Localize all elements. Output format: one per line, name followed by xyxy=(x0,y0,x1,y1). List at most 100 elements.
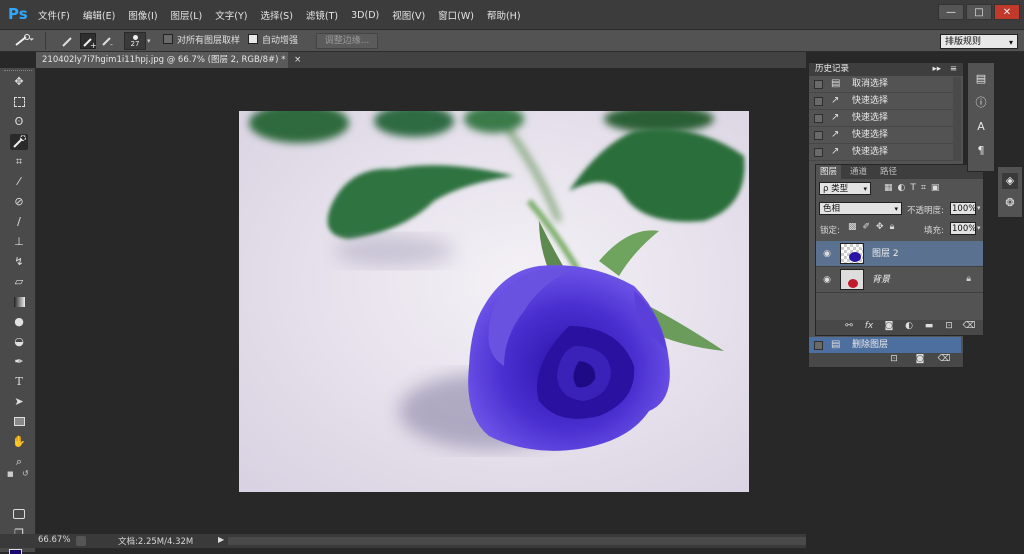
hand-tool-icon[interactable]: ✋ xyxy=(10,434,28,450)
opacity-input[interactable]: 100% xyxy=(950,202,976,215)
history-panel-icon[interactable]: ▤ xyxy=(973,71,989,87)
lock-options-icons[interactable]: ▩✐✥🔒︎ xyxy=(848,222,900,232)
eraser-tool-icon[interactable]: ▱ xyxy=(10,274,28,290)
quick-selection-tool-icon[interactable] xyxy=(10,134,28,150)
document-tab[interactable]: 210402ly7i7hgim1i11hpj.jpg @ 66.7% (图层 2… xyxy=(36,52,301,68)
healing-brush-tool-icon[interactable]: ⊘ xyxy=(10,194,28,210)
minimize-button[interactable]: — xyxy=(938,4,964,20)
auto-enhance-option[interactable]: 自动增强 xyxy=(248,33,298,49)
foreground-color-swatch[interactable] xyxy=(9,549,22,554)
lasso-tool-icon[interactable]: ʘ xyxy=(10,114,28,130)
add-to-selection-icon[interactable]: + xyxy=(80,33,97,50)
close-tab-icon[interactable]: × xyxy=(294,55,301,65)
default-colors-icon[interactable]: ■ xyxy=(7,470,15,478)
menu-window[interactable]: 窗口(W) xyxy=(438,8,474,22)
fill-input[interactable]: 100% xyxy=(950,222,976,235)
tab-paths[interactable]: 路径 xyxy=(876,165,901,179)
close-button[interactable]: ✕ xyxy=(994,4,1020,20)
dodge-tool-icon[interactable]: ◒ xyxy=(10,334,28,350)
history-item-selected[interactable]: ▤ 删除图层 xyxy=(809,337,961,354)
menu-3d[interactable]: 3D(D) xyxy=(351,10,379,21)
snapshot-checkbox[interactable] xyxy=(814,148,823,157)
menu-edit[interactable]: 编辑(E) xyxy=(83,8,115,22)
adjustment-layer-icon[interactable]: ◐ xyxy=(902,320,916,333)
chevron-down-icon[interactable]: ▾ xyxy=(977,222,983,235)
add-mask-icon[interactable]: ◙ xyxy=(882,320,896,333)
history-item[interactable]: ↗ 快速选择 xyxy=(809,144,961,161)
new-selection-icon[interactable] xyxy=(60,33,76,49)
snapshot-checkbox[interactable] xyxy=(814,341,823,350)
eye-icon[interactable]: ◉ xyxy=(821,249,833,259)
subtract-from-selection-icon[interactable]: - xyxy=(100,33,116,49)
menu-type[interactable]: 文字(Y) xyxy=(215,8,247,22)
new-document-from-state-icon[interactable]: ⊡ xyxy=(887,353,901,366)
trash-icon[interactable]: ⌫ xyxy=(962,320,976,333)
snapshot-checkbox[interactable] xyxy=(814,131,823,140)
menu-select[interactable]: 选择(S) xyxy=(260,8,292,22)
horizontal-scrollbar[interactable] xyxy=(228,537,806,545)
menu-file[interactable]: 文件(F) xyxy=(38,8,70,22)
menu-layer[interactable]: 图层(L) xyxy=(171,8,203,22)
history-brush-tool-icon[interactable]: ↯ xyxy=(10,254,28,270)
document-canvas[interactable] xyxy=(239,111,749,492)
new-group-icon[interactable]: ▬ xyxy=(922,320,936,333)
chevron-down-icon[interactable]: ▾ xyxy=(147,32,155,50)
sample-all-layers-checkbox[interactable] xyxy=(163,34,173,44)
status-menu-icon[interactable] xyxy=(76,536,86,546)
layer-name[interactable]: 图层 2 xyxy=(872,241,899,267)
menu-image[interactable]: 图像(I) xyxy=(128,8,157,22)
history-panel-title[interactable]: 历史记录 xyxy=(815,64,849,74)
tab-channels[interactable]: 通道 xyxy=(846,165,871,179)
marquee-tool-icon[interactable] xyxy=(10,94,28,110)
gradient-tool-icon[interactable] xyxy=(10,294,28,310)
trash-icon[interactable]: ⌫ xyxy=(937,353,951,366)
arrow-right-icon[interactable]: ▶ xyxy=(218,535,224,544)
zoom-tool-icon[interactable]: ⌕ xyxy=(10,454,28,470)
camera-icon[interactable]: ◙ xyxy=(913,353,927,366)
menu-filter[interactable]: 滤镜(T) xyxy=(306,8,338,22)
snapshot-checkbox[interactable] xyxy=(814,97,823,106)
swap-colors-icon[interactable]: ↺ xyxy=(22,469,32,478)
auto-enhance-checkbox[interactable] xyxy=(248,34,258,44)
channels-icon[interactable]: ❂ xyxy=(1002,195,1018,211)
history-item[interactable]: ↗ 快速选择 xyxy=(809,93,961,110)
new-layer-icon[interactable]: ⊡ xyxy=(942,320,956,333)
sample-all-layers-option[interactable]: 对所有图层取样 xyxy=(163,33,240,49)
blend-mode-select[interactable]: 色相 ▾ xyxy=(819,202,902,215)
menu-view[interactable]: 视图(V) xyxy=(392,8,425,22)
paragraph-icon[interactable]: ¶ xyxy=(973,143,989,159)
character-icon[interactable]: A xyxy=(973,119,989,135)
layer-name[interactable]: 背景 xyxy=(872,267,890,293)
tool-preset-picker[interactable] xyxy=(10,32,46,50)
tab-layers[interactable]: 图层 xyxy=(816,165,842,179)
menu-help[interactable]: 帮助(H) xyxy=(487,8,521,22)
move-tool-icon[interactable]: ✥ xyxy=(10,74,28,90)
refine-edge-button[interactable]: 调整边缘... xyxy=(316,33,378,49)
history-item[interactable]: ▤ 取消选择 xyxy=(809,76,961,93)
type-tool-icon[interactable]: T xyxy=(10,374,28,390)
zoom-level[interactable]: 66.67% xyxy=(38,535,70,545)
eye-icon[interactable]: ◉ xyxy=(821,275,833,285)
rectangle-tool-icon[interactable] xyxy=(10,414,28,430)
layers-panel-icon[interactable]: ◈ xyxy=(1002,173,1018,189)
clone-stamp-tool-icon[interactable]: ⊥ xyxy=(10,234,28,250)
history-item[interactable]: ↗ 快速选择 xyxy=(809,127,961,144)
blur-tool-icon[interactable]: ● xyxy=(10,314,28,330)
snapshot-checkbox[interactable] xyxy=(814,114,823,123)
path-selection-tool-icon[interactable]: ➤ xyxy=(10,394,28,410)
collapse-icon[interactable]: ▸▸ xyxy=(932,63,941,76)
eyedropper-tool-icon[interactable]: ⁄ xyxy=(10,174,28,190)
link-layers-icon[interactable]: ⚯ xyxy=(842,320,856,333)
brush-picker[interactable]: 27 xyxy=(124,32,146,50)
layer-filter-select[interactable]: ρ 类型 ▾ xyxy=(819,182,871,195)
restore-button[interactable]: □ xyxy=(966,4,992,20)
crop-tool-icon[interactable]: ⌗ xyxy=(10,154,28,170)
layer-row[interactable]: ◉ 背景 🔒︎ xyxy=(816,267,983,293)
layer-filter-icons[interactable]: ▦◐T⌗▣ xyxy=(884,182,980,195)
workspace-select[interactable]: 排版规则 ▾ xyxy=(940,34,1018,49)
layer-row-selected[interactable]: ◉ 图层 2 xyxy=(816,241,983,267)
chevron-down-icon[interactable]: ▾ xyxy=(977,202,983,215)
info-icon[interactable]: ⓘ xyxy=(973,95,989,111)
panel-menu-icon[interactable]: ≡ xyxy=(950,63,957,76)
brush-tool-icon[interactable]: ∕ xyxy=(10,214,28,230)
